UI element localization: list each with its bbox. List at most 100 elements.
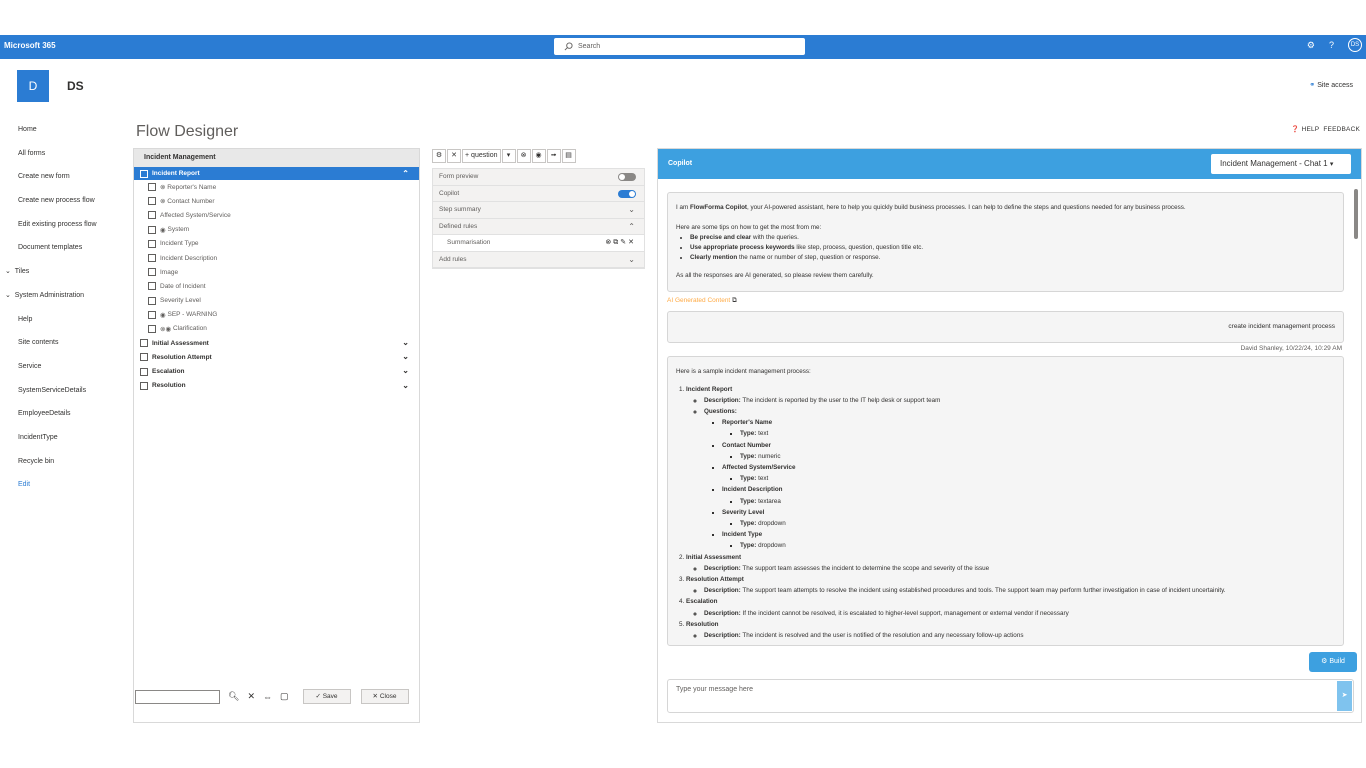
checkbox[interactable] xyxy=(140,339,148,348)
checkbox[interactable] xyxy=(148,282,156,291)
tree-question[interactable]: Image xyxy=(134,265,419,279)
form-preview-toggle[interactable] xyxy=(618,173,636,181)
site-name[interactable]: DS xyxy=(67,79,84,93)
checkbox[interactable] xyxy=(148,324,156,333)
nav-home[interactable]: Home xyxy=(0,120,120,144)
chevron-down-icon[interactable]: ⌄ xyxy=(402,366,409,375)
add-rules-row[interactable]: Add rules ⌄ xyxy=(433,251,644,268)
build-button[interactable]: ⚙ Build xyxy=(1309,652,1357,672)
chevron-down-icon[interactable]: ⌄ xyxy=(402,338,409,347)
document-icon[interactable]: ▤ xyxy=(561,148,576,163)
tree-step[interactable]: Initial Assessment ⌄ xyxy=(134,336,419,350)
chevron-up-icon[interactable]: ⌃ xyxy=(402,169,409,178)
nav-employee-details[interactable]: EmployeeDetails xyxy=(0,404,120,428)
tree-question[interactable]: Affected System/Service xyxy=(134,208,419,222)
checkbox[interactable] xyxy=(148,197,156,206)
help-icon[interactable]: ? xyxy=(1329,40,1334,50)
tree-question[interactable]: Incident Type xyxy=(134,237,419,251)
edit-icon[interactable]: ✎ xyxy=(620,239,628,246)
add-question-button[interactable]: + question xyxy=(462,148,501,163)
nav-tiles[interactable]: ⌄ Tiles xyxy=(0,262,120,286)
settings-icon[interactable]: ⚙ xyxy=(1307,40,1315,51)
nav-edit-existing-process-flow[interactable]: Edit existing process flow xyxy=(0,215,120,239)
tree-question[interactable]: Incident Description xyxy=(134,251,419,265)
tree-question[interactable]: Date of Incident xyxy=(134,279,419,293)
tree-footer: 🔍︎ ✕ ⇔ ▢ ✓ Save ✕ Close xyxy=(135,689,409,704)
tree-question[interactable]: ⊗ Reporter's Name xyxy=(134,180,419,194)
search-icon[interactable]: 🔍︎ xyxy=(228,691,239,702)
conversation-scrollbar[interactable] xyxy=(1354,189,1359,639)
chevron-down-icon[interactable]: ⌄ xyxy=(628,202,635,218)
site-logo[interactable]: D xyxy=(17,70,49,102)
move-icon[interactable]: ➟ xyxy=(546,148,561,163)
app-launcher-title[interactable]: Microsoft 365 xyxy=(4,41,56,50)
tree-question[interactable]: ◉ SEP - WARNING xyxy=(134,308,419,322)
tree-question[interactable]: ⊗ Contact Number xyxy=(134,194,419,208)
chat-selector[interactable]: Incident Management - Chat 1 ▾ xyxy=(1211,154,1351,174)
copy-icon[interactable]: ⧉ xyxy=(732,297,737,304)
clear-icon[interactable]: ✕ xyxy=(247,691,255,702)
checkbox[interactable] xyxy=(148,225,156,234)
delete-icon[interactable]: ✕ xyxy=(447,148,461,163)
nav-system-administration[interactable]: ⌄ System Administration xyxy=(0,286,120,310)
nav-service[interactable]: Service xyxy=(0,357,120,381)
copilot-toggle[interactable] xyxy=(618,189,636,198)
tree-question[interactable]: ◉ System xyxy=(134,223,419,237)
nav-create-new-form[interactable]: Create new form xyxy=(0,167,120,191)
chevron-down-icon[interactable]: ⌄ xyxy=(628,252,635,268)
designer-middle-panel: ⚙ ✕ + question ▾ ⊗ ◉ ➟ ▤ Form preview Co… xyxy=(432,148,645,269)
tree-step[interactable]: Resolution ⌄ xyxy=(134,379,419,393)
nav-site-contents[interactable]: Site contents xyxy=(0,333,120,357)
help-link[interactable]: HELP xyxy=(1302,126,1320,133)
nav-system-service-details[interactable]: SystemServiceDetails xyxy=(0,381,120,405)
tree-step[interactable]: Escalation ⌄ xyxy=(134,364,419,378)
settings-icon[interactable]: ⚙ xyxy=(432,148,446,163)
tree-step[interactable]: Resolution Attempt ⌄ xyxy=(134,350,419,364)
chevron-up-icon[interactable]: ⌃ xyxy=(628,219,635,235)
checkbox[interactable] xyxy=(140,353,148,362)
checkbox[interactable] xyxy=(148,268,156,277)
nav-incident-type[interactable]: IncidentType xyxy=(0,428,120,452)
tree-step-selected[interactable]: Incident Report ⌃ xyxy=(134,167,419,180)
nav-recycle-bin[interactable]: Recycle bin xyxy=(0,452,120,476)
checkbox[interactable] xyxy=(140,367,148,376)
intro-line: I am FlowForma Copilot, your AI-powered … xyxy=(676,203,1335,213)
tree-question[interactable]: Severity Level xyxy=(134,294,419,308)
checkbox[interactable] xyxy=(148,296,156,305)
nav-all-forms[interactable]: All forms xyxy=(0,144,120,168)
dropdown-caret-icon[interactable]: ▾ xyxy=(501,148,516,163)
link-icon[interactable]: ⇔ xyxy=(263,692,272,702)
scrollbar-thumb[interactable] xyxy=(1354,189,1358,239)
rule-row[interactable]: Summarisation ⊗⧉✎✕ xyxy=(433,235,644,252)
copilot-conversation[interactable]: I am FlowForma Copilot, your AI-powered … xyxy=(658,179,1361,649)
nav-edit-link[interactable]: Edit xyxy=(0,475,120,499)
save-button[interactable]: ✓ Save xyxy=(302,689,351,704)
chevron-down-icon[interactable]: ⌄ xyxy=(402,352,409,361)
checkbox[interactable] xyxy=(140,381,148,390)
checkbox[interactable] xyxy=(148,254,156,263)
required-icon[interactable]: ⊗ xyxy=(516,148,531,163)
comment-icon[interactable]: ▢ xyxy=(280,691,289,702)
tree-question[interactable]: ⊗◉ Clarification xyxy=(134,322,419,336)
user-avatar[interactable]: DS xyxy=(1348,38,1362,52)
eye-icon[interactable]: ◉ xyxy=(531,148,546,163)
message-input[interactable]: Type your message here ➤ xyxy=(667,679,1354,713)
checkbox[interactable] xyxy=(148,211,156,220)
defined-rules-row[interactable]: Defined rules ⌃ xyxy=(433,218,644,235)
checkbox[interactable] xyxy=(140,169,148,178)
checkbox[interactable] xyxy=(148,239,156,248)
checkbox[interactable] xyxy=(148,310,156,319)
search-box[interactable]: Search xyxy=(554,38,805,55)
chevron-down-icon[interactable]: ⌄ xyxy=(402,381,409,390)
checkbox[interactable] xyxy=(148,183,156,192)
feedback-link[interactable]: FEEDBACK xyxy=(1323,126,1360,133)
send-icon[interactable]: ➤ xyxy=(1337,681,1352,711)
delete-icon[interactable]: ✕ xyxy=(628,239,636,246)
nav-help[interactable]: Help xyxy=(0,310,120,334)
nav-document-templates[interactable]: Document templates xyxy=(0,238,120,262)
site-access-link[interactable]: ⚭ Site access xyxy=(1309,81,1353,89)
step-summary-row[interactable]: Step summary ⌄ xyxy=(433,202,644,219)
tree-filter-input[interactable] xyxy=(135,689,220,704)
close-button[interactable]: ✕ Close xyxy=(360,689,409,704)
nav-create-new-process-flow[interactable]: Create new process flow xyxy=(0,191,120,215)
